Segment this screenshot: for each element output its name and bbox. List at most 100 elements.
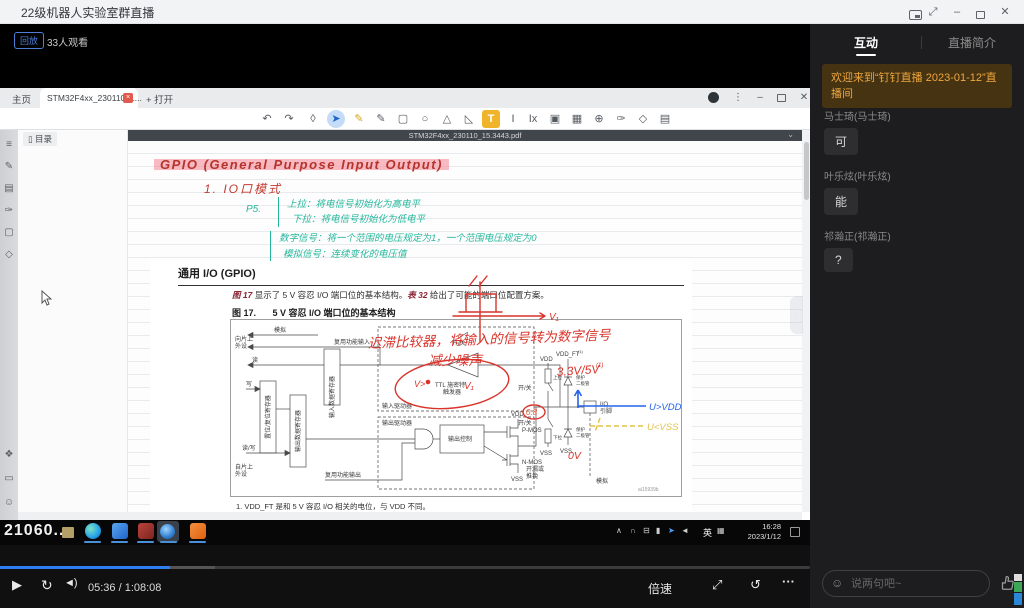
redo-icon[interactable]: ↷ — [280, 110, 298, 128]
tab-divider — [921, 36, 922, 49]
tab-close-icon[interactable]: × — [123, 93, 133, 103]
app-minimize-button[interactable]: – — [750, 90, 770, 106]
pip-button[interactable] — [898, 3, 920, 21]
message-bubble: 能 — [824, 188, 858, 215]
progress-bar[interactable] — [0, 566, 810, 569]
rectangle-tool-icon[interactable]: ▢ — [394, 110, 412, 128]
speed-button[interactable]: 倍速 — [648, 580, 672, 597]
window-titlebar: 22级机器人实验室群直播 ⤢ – ✕ — [0, 0, 1024, 24]
corner-widget-segment — [1014, 574, 1022, 581]
chat-message-list: 马士琦(马士琦) 可 叶乐炫(叶乐炫) 能 祁瀚正(祁瀚正) ? — [824, 108, 1014, 285]
emoji-icon[interactable]: ☺ — [831, 576, 843, 590]
handwritten-title: GPIO (General Purpose Input Output) — [154, 157, 449, 172]
app-maximize-button[interactable] — [772, 90, 792, 106]
tray-pointer-icon[interactable]: ➤ — [668, 526, 675, 535]
handwritten-note-group-1: 上拉：将电信号初始化为高电平 下拉：将电信号初始化为低电平 — [278, 197, 425, 227]
taskbar-doc-icon[interactable] — [62, 527, 74, 538]
lasso-tool-icon[interactable]: ◺ — [460, 110, 478, 128]
theme-icon[interactable] — [708, 92, 719, 103]
tray-ime-icon[interactable]: ▦ — [717, 526, 725, 535]
sidebar-collapse-handle[interactable]: › — [790, 296, 803, 334]
text-tool-icon[interactable]: T — [482, 110, 500, 128]
pen-icon[interactable]: ✎ — [350, 110, 368, 128]
eraser-icon[interactable]: ◊ — [304, 110, 322, 128]
taskbar-search-text[interactable]: 21060... — [4, 522, 70, 540]
more-options-button[interactable]: ··· — [782, 574, 795, 589]
tray-caret-icon[interactable]: ∧ — [616, 526, 622, 535]
hand-tool-icon[interactable]: ❖ — [2, 448, 16, 462]
pdf-tab-home[interactable]: 主页 — [12, 92, 31, 106]
notification-center-icon[interactable] — [790, 527, 800, 537]
select-cursor-icon[interactable]: ➤ — [327, 110, 345, 128]
label-output-driver: 输出驱动器 — [382, 419, 412, 427]
maximize-button[interactable] — [970, 3, 992, 21]
taskbar-clock[interactable]: 16:28 2023/1/12 — [737, 522, 781, 542]
video-player[interactable]: 回放 33人观看 主页 STM32F4xx_230110_1... × + 打开… — [0, 24, 810, 608]
pdf-tab-open[interactable]: + 打开 — [146, 92, 173, 106]
textbox-icon[interactable]: ▣ — [546, 110, 564, 128]
text-style-icon[interactable]: Ix — [524, 110, 542, 128]
rotate-screen-button[interactable]: ↻ — [750, 577, 761, 593]
label-read: 读 — [252, 356, 258, 364]
scrollbar-thumb[interactable] — [804, 142, 809, 200]
label-nmos: N-MOS — [522, 460, 542, 466]
toc-header[interactable]: ▯ 目录 — [23, 132, 57, 146]
web-icon[interactable]: ⊕ — [590, 110, 608, 128]
triangle-tool-icon[interactable]: △ — [438, 110, 456, 128]
tablet-icon[interactable]: ▭ — [2, 472, 16, 486]
label-analog: 模拟 — [274, 326, 286, 334]
app-menu-button[interactable]: ⋮ — [728, 90, 748, 106]
strip-chevron-icon[interactable]: ⌄ — [787, 129, 794, 140]
vertical-scrollbar[interactable] — [802, 130, 810, 512]
horizontal-scrollbar[interactable] — [18, 512, 802, 520]
play-button[interactable]: ▶ — [12, 577, 22, 593]
orange-app-icon[interactable] — [190, 523, 206, 539]
highlighter-icon[interactable]: ✎ — [372, 110, 390, 128]
fullscreen-player-button[interactable]: ⤢ — [712, 577, 722, 593]
text-cursor-icon[interactable]: I — [504, 110, 522, 128]
pdf-tab-document[interactable]: STM32F4xx_230110_1... × — [40, 88, 138, 108]
wipe-icon[interactable]: ◇ — [634, 110, 652, 128]
message-sender: 马士琦(马士琦) — [824, 108, 1014, 123]
tray-volume-icon[interactable]: ◄ — [681, 526, 689, 535]
tag-icon[interactable]: ◇ — [2, 248, 16, 262]
outline-icon[interactable]: ▤ — [2, 182, 16, 196]
label-output-register: 输出数据寄存器 — [294, 410, 302, 452]
label-input-register: 输入数据寄存器 — [328, 376, 336, 418]
edge-icon[interactable] — [85, 523, 101, 539]
signature-icon[interactable]: ✑ — [612, 110, 630, 128]
feedback-icon[interactable]: ☺ — [2, 496, 16, 510]
replay-badge: 回放 — [14, 32, 44, 49]
pdf-toolbar: ↶ ↷ ◊ ➤ ✎ ✎ ▢ ○ △ ◺ T I Ix ▣ ▦ ⊕ ✑ ◇ ▤ — [0, 108, 810, 130]
tray-usb-icon[interactable]: ⊟ — [643, 526, 650, 535]
tab-interaction[interactable]: 互动 — [854, 34, 878, 51]
fullscreen-button[interactable]: ⤢ — [922, 3, 944, 21]
tab-live-intro[interactable]: 直播简介 — [948, 34, 996, 51]
page-icon[interactable]: ▢ — [2, 226, 16, 240]
active-app-slot[interactable] — [157, 521, 179, 542]
volume-button[interactable]: ◄) — [64, 577, 77, 589]
tray-battery-icon[interactable]: ▮ — [656, 526, 660, 535]
thumbnails-icon[interactable]: ≡ — [2, 138, 16, 152]
red-app-icon[interactable] — [138, 523, 154, 539]
image-icon[interactable]: ▦ — [568, 110, 586, 128]
circle-tool-icon[interactable]: ○ — [416, 110, 434, 128]
tray-headset-icon[interactable]: ∩ — [630, 526, 636, 535]
figure-ref[interactable]: 图 17 — [232, 290, 252, 300]
undo-icon[interactable]: ↶ — [258, 110, 276, 128]
chat-input-box[interactable]: ☺ — [822, 570, 990, 597]
brush-icon[interactable]: ✑ — [2, 204, 16, 218]
tray-language[interactable]: 英 — [703, 526, 712, 539]
reload-button[interactable]: ↻ — [41, 577, 53, 594]
app-close-button[interactable]: ✕ — [794, 90, 810, 106]
table-ref[interactable]: 表 32 — [407, 290, 427, 300]
minimize-button[interactable]: – — [946, 3, 968, 21]
reading-mode-icon[interactable]: ▤ — [656, 110, 674, 128]
annotate-icon[interactable]: ✎ — [2, 160, 16, 174]
label-af-input: 复用功能输入 — [334, 338, 370, 346]
chat-input[interactable] — [849, 574, 981, 593]
pip-icon — [909, 10, 922, 20]
files-app-icon[interactable] — [112, 523, 128, 539]
chevron-right-icon: › — [795, 310, 798, 320]
close-button[interactable]: ✕ — [994, 3, 1016, 21]
